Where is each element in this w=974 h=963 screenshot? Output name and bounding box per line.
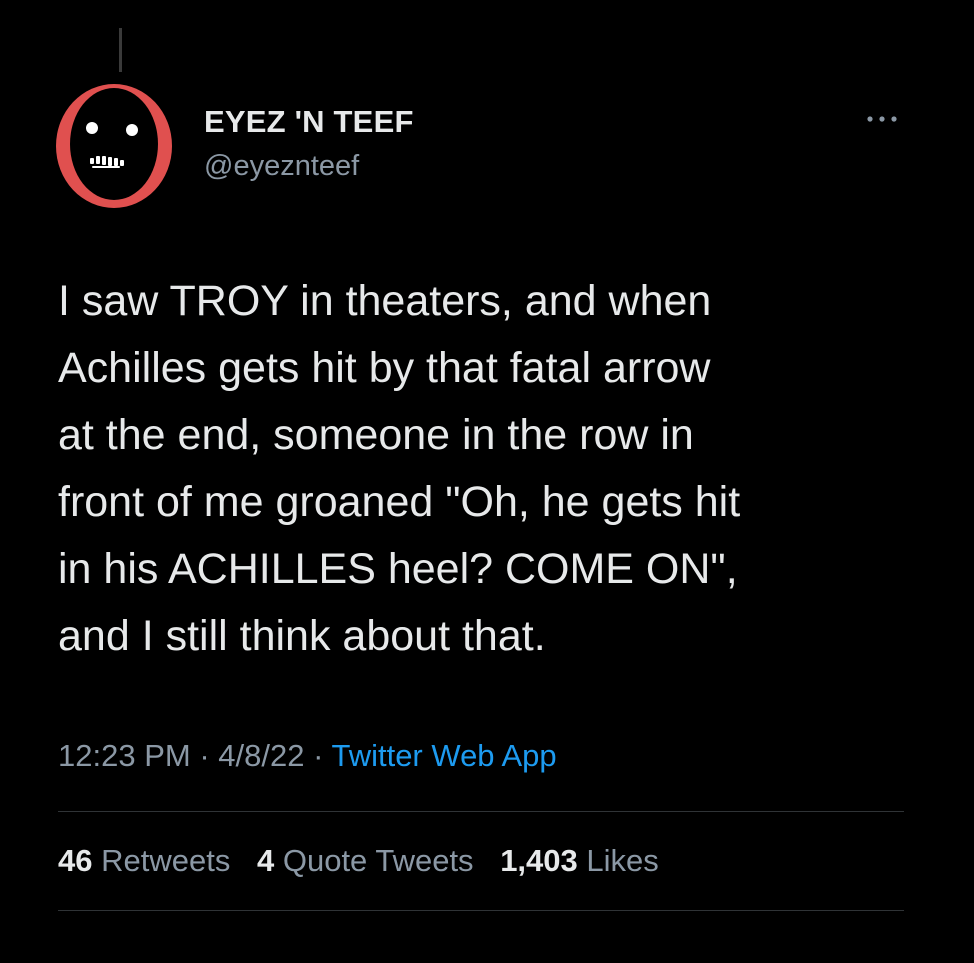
avatar[interactable] bbox=[52, 76, 176, 210]
tweet-text-line: front of me groaned "Oh, he gets hit bbox=[58, 478, 741, 526]
engagement-stats: 46 Retweets 4 Quote Tweets 1,403 Likes bbox=[58, 843, 677, 879]
likes-count: 1,403 bbox=[500, 843, 578, 878]
tweet-text-line: and I still think about that. bbox=[58, 612, 546, 660]
author-display-name[interactable]: EYEZ 'N TEEF bbox=[204, 104, 414, 140]
thread-connector-line bbox=[119, 28, 122, 72]
quote-tweets-count: 4 bbox=[256, 843, 275, 878]
likes-label: Likes bbox=[586, 843, 659, 878]
tweet-date[interactable]: 4/8/22 bbox=[218, 738, 304, 773]
tweet-text-line: at the end, someone in the row in bbox=[58, 411, 694, 459]
more-options-button[interactable] bbox=[860, 104, 904, 134]
author-handle[interactable]: @eyeznteef bbox=[204, 150, 359, 183]
likes-stat[interactable]: 1,403 Likes bbox=[500, 843, 659, 878]
tweet-source-link[interactable]: Twitter Web App bbox=[331, 738, 556, 773]
quote-tweets-stat[interactable]: 4 Quote Tweets bbox=[257, 843, 474, 878]
tweet-text-line: Achilles gets hit by that fatal arrow bbox=[58, 344, 711, 392]
divider bbox=[58, 811, 904, 812]
quote-tweets-label: Quote Tweets bbox=[282, 843, 474, 878]
meta-separator: · bbox=[304, 738, 332, 773]
tweet-body-text: I saw TROY in theaters, and when Achille… bbox=[58, 268, 938, 670]
meta-separator: · bbox=[190, 738, 219, 773]
tweet-time[interactable]: 12:23 PM bbox=[58, 738, 191, 773]
retweets-stat[interactable]: 46 Retweets bbox=[58, 843, 230, 878]
tweet-card: EYEZ 'N TEEF @eyeznteef I saw TROY in th… bbox=[0, 0, 974, 963]
tweet-text-line: in his ACHILLES heel? COME ON", bbox=[58, 545, 738, 593]
tweet-metadata: 12:23 PM · 4/8/22 · Twitter Web App bbox=[58, 738, 557, 774]
retweets-count: 46 bbox=[58, 843, 93, 878]
retweets-label: Retweets bbox=[101, 843, 231, 878]
tweet-text-line: I saw TROY in theaters, and when bbox=[58, 277, 712, 325]
skull-face-avatar-icon bbox=[56, 84, 172, 208]
more-dots-icon bbox=[867, 116, 897, 122]
divider bbox=[58, 910, 904, 911]
